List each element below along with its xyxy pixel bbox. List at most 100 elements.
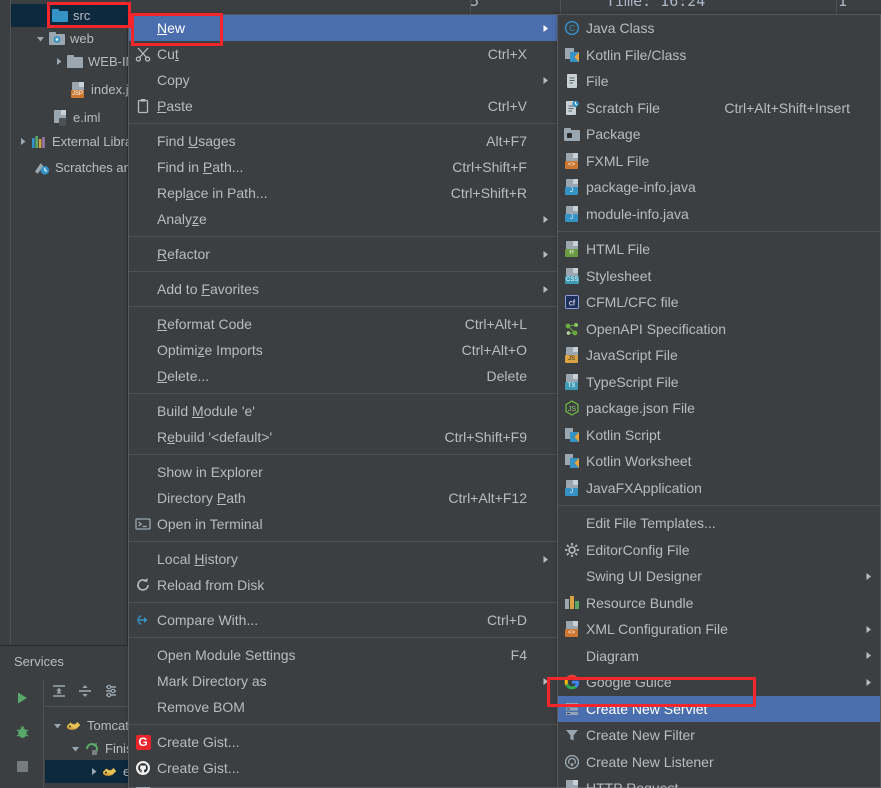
menu-item-label: File [586,73,609,90]
menu-item-new[interactable]: New [129,15,557,41]
libraries-icon [31,134,47,150]
menu-item-directory-path[interactable]: Directory Path Ctrl+Alt+F12 [129,485,557,511]
menu-item-cfml-cfc-file[interactable]: cf CFML/CFC file [558,289,880,316]
menu-item-xml-configuration-file[interactable]: <> XML Configuration File [558,616,880,643]
menu-item-create-gist[interactable]: Create Gist... [129,755,557,781]
menu-item-html-file[interactable]: H HTML File [558,236,880,263]
chevron-right-icon [862,678,880,687]
chevron-right-icon[interactable] [16,135,29,148]
menu-item-refactor[interactable]: Refactor [129,241,557,267]
menu-item-remove-bom[interactable]: Remove BOM [129,694,557,720]
menu-item-shortcut: Ctrl+Alt+O [461,342,527,358]
scissors-icon [129,41,157,67]
menu-item-create-new-servlet[interactable]: Create New Servlet [558,695,880,722]
tree-item-e-iml[interactable]: e.iml [11,106,100,129]
menu-item-package[interactable]: Package [558,121,880,148]
menu-item-diagram[interactable]: Diagram [558,643,880,670]
menu-item-shortcut: F4 [510,647,527,663]
menu-item-java-class[interactable]: C Java Class [558,15,880,42]
tree-item-web-inf[interactable]: WEB-INF [11,50,143,73]
jsp-file-icon: JSP [70,81,86,98]
menu-item-compare-with[interactable]: Compare With... Ctrl+D [129,607,557,633]
menu-item-fxml-file[interactable]: <> FXML File [558,148,880,175]
menu-item-file[interactable]: File [558,68,880,95]
menu-item-http-request[interactable]: APIHTTP Request [558,775,880,788]
menu-item-label: Build Module 'e' [157,403,255,419]
collapse-all-button[interactable] [77,683,93,702]
chevron-down-icon[interactable] [34,32,47,45]
stop-button[interactable] [11,755,33,777]
menu-separator [129,637,557,638]
menu-item-rebuild-default[interactable]: Rebuild '<default>' Ctrl+Shift+F9 [129,424,557,450]
terminal-icon [129,511,157,537]
menu-item-analyze[interactable]: Analyze [129,206,557,232]
menu-item-reload-from-disk[interactable]: Reload from Disk [129,572,557,598]
tree-item-src[interactable]: src [11,4,128,27]
menu-item-javascript-file[interactable]: JS JavaScript File [558,342,880,369]
menu-item-open-module-settings[interactable]: Open Module Settings F4 [129,642,557,668]
menu-item-label: Replace in Path... [157,185,268,201]
menu-item-stylesheet[interactable]: CSS Stylesheet [558,263,880,290]
github-gist-icon [129,755,157,781]
debug-button[interactable] [11,721,33,743]
chevron-down-icon[interactable] [69,742,82,755]
menu-item-label: Optimize Imports [157,342,263,358]
chevron-down-icon[interactable] [51,719,64,732]
menu-item-swing-ui-designer[interactable]: Swing UI Designer [558,563,880,590]
menu-separator [129,393,557,394]
menu-item-local-history[interactable]: Local History [129,546,557,572]
menu-item-paste[interactable]: Paste Ctrl+V [129,93,557,119]
tree-item-label: e.iml [73,110,101,125]
menu-item-label: Create Gist... [157,760,240,776]
menu-item-copy[interactable]: Copy [129,67,557,93]
menu-item-build-module-e[interactable]: Build Module 'e' [129,398,557,424]
menu-item-kotlin-file-class[interactable]: Kotlin File/Class [558,42,880,69]
menu-separator [558,231,880,232]
menu-item-package-info-java[interactable]: Jpackage-info.java [558,174,880,201]
menu-item-create-new-filter[interactable]: Create New Filter [558,722,880,749]
menu-item-module-info-java[interactable]: Jmodule-info.java [558,201,880,228]
menu-item-openapi-specification[interactable]: OpenAPI Specification [558,316,880,343]
menu-item-label: Java Class [586,20,655,37]
js-file-icon: JS [558,342,586,368]
tree-item-web[interactable]: web [11,27,94,50]
menu-item-editorconfig-file[interactable]: EditorConfig File [558,537,880,564]
chevron-right-icon[interactable] [87,765,100,778]
menu-item-kotlin-script[interactable]: Kotlin Script [558,422,880,449]
chevron-right-icon[interactable] [52,55,65,68]
menu-item-mark-directory-as[interactable]: Mark Directory as [129,668,557,694]
menu-item-javafxapplication[interactable]: J JavaFXApplication [558,475,880,502]
reload-icon [129,572,157,598]
menu-item-reformat-code[interactable]: Reformat Code Ctrl+Alt+L [129,311,557,337]
settings-button[interactable] [103,683,119,702]
menu-item-typescript-file[interactable]: TS TypeScript File [558,369,880,396]
run-button[interactable] [11,687,33,709]
menu-item-optimize-imports[interactable]: Optimize Imports Ctrl+Alt+O [129,337,557,363]
menu-item-open-in-terminal[interactable]: Open in Terminal [129,511,557,537]
menu-item-shortcut: Ctrl+Alt+L [464,316,527,332]
menu-item-replace-in-path[interactable]: Replace in Path... Ctrl+Shift+R [129,180,557,206]
menu-item-google-guice[interactable]: Google Guice [558,669,880,696]
menu-item-create-new-listener[interactable]: Create New Listener [558,749,880,776]
menu-item-find-in-path[interactable]: Find in Path... Ctrl+Shift+F [129,154,557,180]
menu-item-edit-file-templates[interactable]: Edit File Templates... [558,510,880,537]
menu-item-resource-bundle[interactable]: Resource Bundle [558,590,880,617]
new-submenu[interactable]: C Java Class Kotlin File/Class File Scratch … [557,14,881,788]
http-request-icon: API [558,775,586,788]
menu-item-kotlin-worksheet[interactable]: Kotlin Worksheet [558,448,880,475]
menu-item-package-json-file[interactable]: JS package.json File [558,395,880,422]
menu-item-diagrams[interactable]: Diagrams [129,781,557,788]
menu-item-find-usages[interactable]: Find Usages Alt+F7 [129,128,557,154]
google-icon [558,669,586,695]
menu-item-show-in-explorer[interactable]: Show in Explorer [129,459,557,485]
expand-all-button[interactable] [51,683,67,702]
menu-item-delete[interactable]: Delete... Delete [129,363,557,389]
menu-item-label: Delete... [157,368,210,384]
menu-item-icon-slot [129,128,157,154]
menu-item-create-gist[interactable]: G Create Gist... [129,729,557,755]
menu-item-cut[interactable]: Cut Ctrl+X [129,41,557,67]
menu-item-add-to-favorites[interactable]: Add to Favorites [129,276,557,302]
project-context-menu[interactable]: New Cut Ctrl+X Copy Paste Ctrl+V Find Usages Al… [128,14,558,788]
tree-item-index-jsp[interactable]: JSP index.jsp [11,78,142,101]
menu-item-scratch-file[interactable]: Scratch File Ctrl+Alt+Shift+Insert [558,95,880,122]
